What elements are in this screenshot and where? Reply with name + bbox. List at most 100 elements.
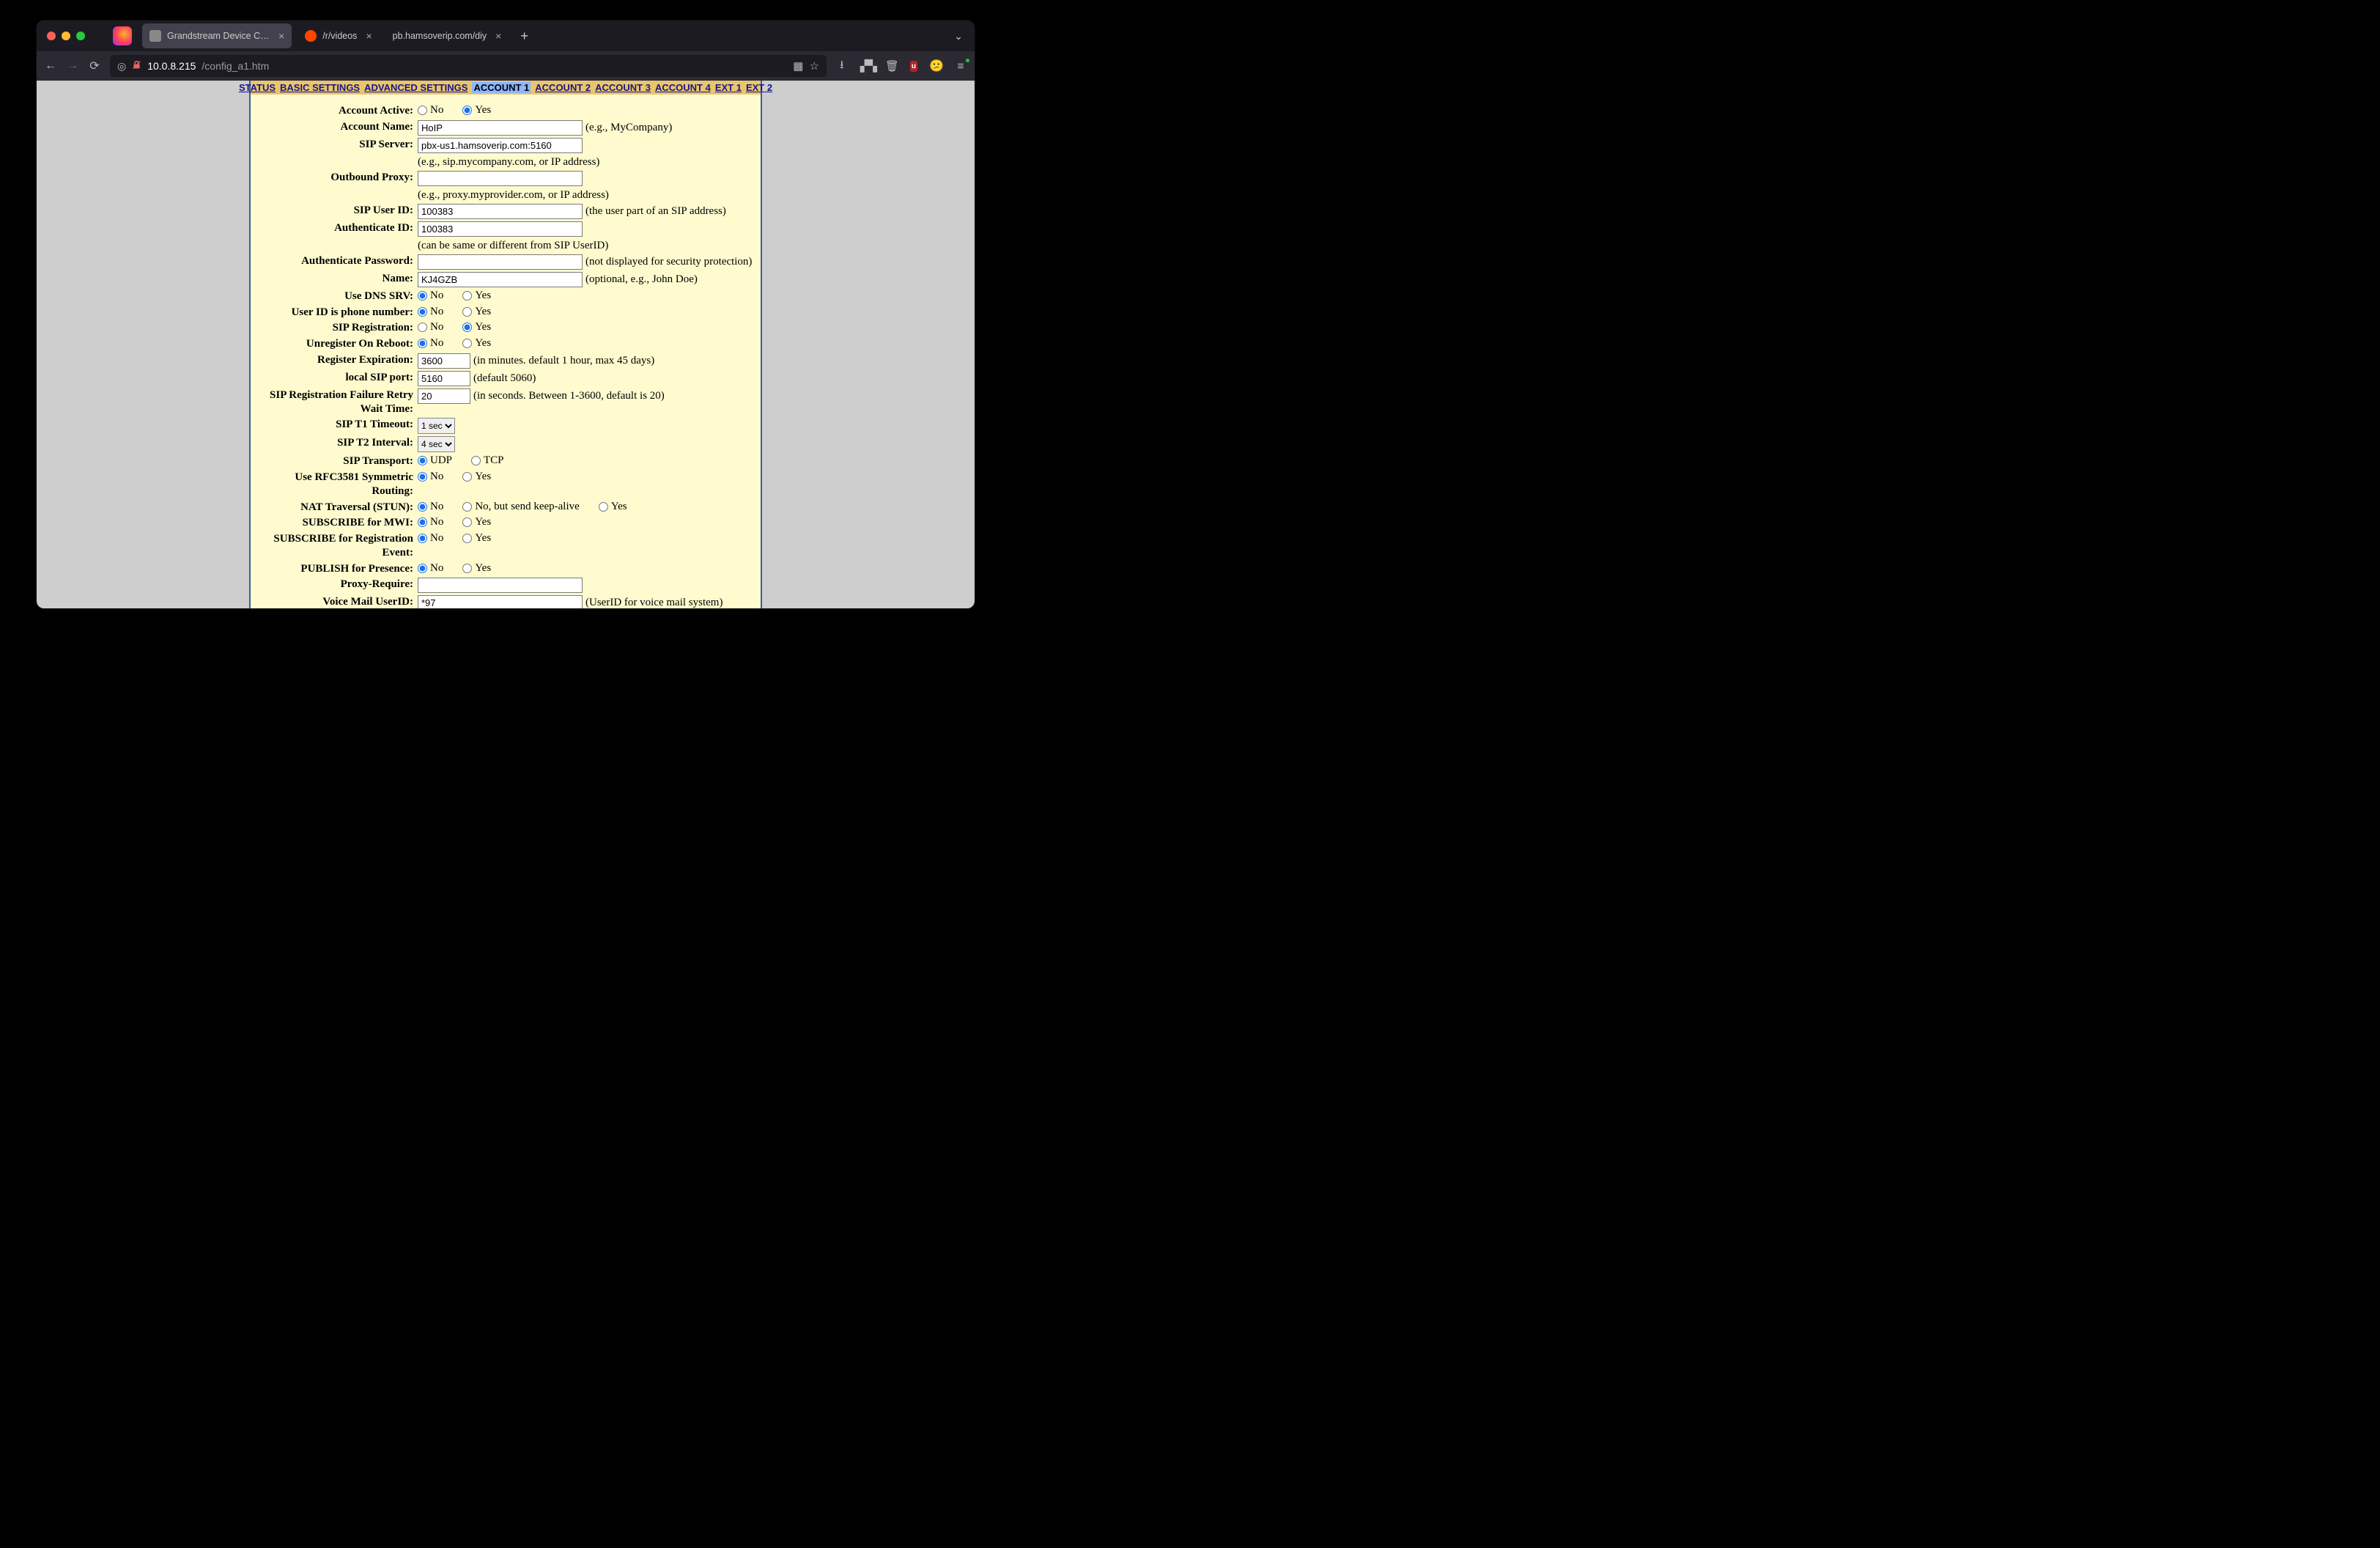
tab-overflow-button[interactable]: ⌄ bbox=[950, 30, 967, 43]
tab[interactable]: pb.hamsoverip.com/diy × bbox=[385, 23, 509, 48]
rfc3581-radio[interactable] bbox=[418, 472, 427, 482]
close-tab-icon[interactable]: × bbox=[495, 30, 501, 42]
regevt-radio[interactable] bbox=[418, 534, 427, 543]
menu-icon[interactable]: ≡ bbox=[954, 60, 967, 73]
presence-option[interactable]: No bbox=[418, 562, 443, 575]
nat-option[interactable]: No, but send keep-alive bbox=[462, 501, 579, 513]
menu-ext-1[interactable]: EXT 1 bbox=[715, 82, 742, 93]
downloads-icon[interactable]: ⭳ bbox=[835, 57, 849, 75]
regevt-radio[interactable] bbox=[462, 534, 472, 543]
unreg-option[interactable]: No bbox=[418, 337, 443, 350]
uid-phone-radio[interactable] bbox=[418, 307, 427, 317]
uid-phone-option[interactable]: Yes bbox=[462, 306, 491, 318]
nat-option[interactable]: Yes bbox=[599, 501, 627, 513]
acct-active-radio[interactable] bbox=[462, 106, 472, 115]
unreg-radio[interactable] bbox=[418, 339, 427, 348]
unreg-radio[interactable] bbox=[462, 339, 472, 348]
retry-wait-input[interactable] bbox=[418, 388, 470, 404]
dns-srv-radio[interactable] bbox=[462, 291, 472, 301]
menu-advanced-settings[interactable]: ADVANCED SETTINGS bbox=[364, 82, 468, 93]
account-name-label: Account Name: bbox=[258, 120, 418, 134]
close-tab-icon[interactable]: × bbox=[278, 30, 284, 42]
rfc3581-option[interactable]: Yes bbox=[462, 471, 491, 483]
trash-icon[interactable]: 🗑 bbox=[885, 59, 898, 73]
t1-select[interactable]: 1 sec bbox=[418, 418, 455, 434]
presence-option[interactable]: Yes bbox=[462, 562, 491, 575]
sip-reg-option[interactable]: No bbox=[418, 321, 443, 333]
mwi-option[interactable]: No bbox=[418, 516, 443, 528]
rfc3581-control: No Yes bbox=[418, 471, 753, 483]
nat-radio[interactable] bbox=[599, 502, 608, 512]
tab[interactable]: /r/videos × bbox=[298, 23, 379, 48]
qr-icon[interactable]: ▦ bbox=[793, 59, 803, 73]
sip-user-id-input[interactable] bbox=[418, 204, 583, 219]
auth-id-input[interactable] bbox=[418, 221, 583, 237]
regevt-option[interactable]: No bbox=[418, 532, 443, 545]
acct-active-radio-label: Yes bbox=[475, 104, 491, 117]
transport-radio[interactable] bbox=[418, 456, 427, 465]
nat-radio[interactable] bbox=[418, 502, 427, 512]
sip-reg-radio[interactable] bbox=[462, 322, 472, 332]
sip-reg-label: SIP Registration: bbox=[258, 321, 418, 335]
unreg-option[interactable]: Yes bbox=[462, 337, 491, 350]
close-tab-icon[interactable]: × bbox=[366, 30, 372, 42]
dns-srv-radio[interactable] bbox=[418, 291, 427, 301]
sip-server-input[interactable] bbox=[418, 138, 583, 153]
url-bar[interactable]: ◎ 10.0.8.215/config_a1.htm ▦ ☆ bbox=[110, 55, 827, 77]
auth-pw-label: Authenticate Password: bbox=[258, 254, 418, 268]
proxy-req-input[interactable] bbox=[418, 578, 583, 593]
transport-option[interactable]: TCP bbox=[471, 454, 504, 467]
menu-ext-2[interactable]: EXT 2 bbox=[746, 82, 772, 93]
sip-reg-radio[interactable] bbox=[418, 322, 427, 332]
dns-srv-option[interactable]: Yes bbox=[462, 290, 491, 302]
mwi-option[interactable]: Yes bbox=[462, 516, 491, 528]
tab-active[interactable]: Grandstream Device Configuration × bbox=[142, 23, 292, 48]
new-tab-button[interactable]: + bbox=[514, 29, 534, 44]
menu-account-2[interactable]: ACCOUNT 2 bbox=[535, 82, 591, 93]
vm-input[interactable] bbox=[418, 595, 583, 608]
sip-reg-option[interactable]: Yes bbox=[462, 321, 491, 333]
uid-phone-radio[interactable] bbox=[462, 307, 472, 317]
acct-active-radio[interactable] bbox=[418, 106, 427, 115]
transport-radio[interactable] bbox=[471, 456, 481, 465]
ublock-icon[interactable]: u bbox=[910, 61, 917, 72]
menu-account-1[interactable]: ACCOUNT 1 bbox=[472, 82, 531, 93]
sponsor-icon[interactable]: 😕 bbox=[929, 59, 942, 73]
nat-radio[interactable] bbox=[462, 502, 472, 512]
proxy-req-label: Proxy-Require: bbox=[258, 578, 418, 591]
menu-status[interactable]: STATUS bbox=[239, 82, 276, 93]
extensions-icon[interactable]: ▞▚ bbox=[860, 59, 873, 73]
mwi-radio[interactable] bbox=[418, 517, 427, 527]
menu-account-4[interactable]: ACCOUNT 4 bbox=[655, 82, 711, 93]
forward-button[interactable]: → bbox=[66, 59, 79, 73]
rfc3581-radio[interactable] bbox=[462, 472, 472, 482]
presence-radio[interactable] bbox=[418, 564, 427, 573]
local-sip-input[interactable] bbox=[418, 371, 470, 386]
auth-pw-control: (not displayed for security protection) bbox=[418, 254, 753, 270]
uid-phone-option[interactable]: No bbox=[418, 306, 443, 318]
name-input[interactable] bbox=[418, 272, 583, 287]
dns-srv-option[interactable]: No bbox=[418, 290, 443, 302]
t2-select[interactable]: 4 sec bbox=[418, 436, 455, 452]
mwi-radio[interactable] bbox=[462, 517, 472, 527]
menu-basic-settings[interactable]: BASIC SETTINGS bbox=[280, 82, 360, 93]
reg-exp-input[interactable] bbox=[418, 353, 470, 369]
outbound-proxy-input[interactable] bbox=[418, 171, 583, 186]
minimize-window-button[interactable] bbox=[62, 32, 70, 40]
close-window-button[interactable] bbox=[47, 32, 56, 40]
menu-account-3[interactable]: ACCOUNT 3 bbox=[595, 82, 651, 93]
regevt-option[interactable]: Yes bbox=[462, 532, 491, 545]
transport-option[interactable]: UDP bbox=[418, 454, 452, 467]
auth-pw-input[interactable] bbox=[418, 254, 583, 270]
tab-title: pb.hamsoverip.com/diy bbox=[393, 31, 487, 41]
rfc3581-option[interactable]: No bbox=[418, 471, 443, 483]
maximize-window-button[interactable] bbox=[76, 32, 85, 40]
nat-option[interactable]: No bbox=[418, 501, 443, 513]
bookmark-star-icon[interactable]: ☆ bbox=[809, 59, 818, 73]
reload-button[interactable]: ⟳ bbox=[88, 59, 101, 73]
acct-active-option[interactable]: Yes bbox=[462, 104, 491, 117]
acct-active-option[interactable]: No bbox=[418, 104, 443, 117]
back-button[interactable]: ← bbox=[44, 59, 57, 73]
account-name-input[interactable] bbox=[418, 120, 583, 136]
presence-radio[interactable] bbox=[462, 564, 472, 573]
